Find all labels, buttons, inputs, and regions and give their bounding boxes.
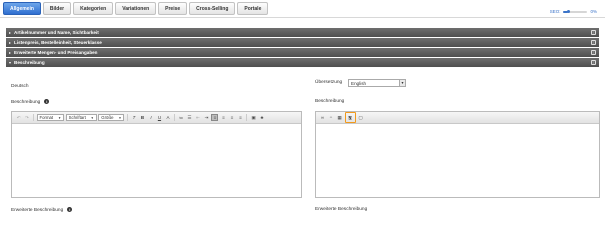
size-select-label: Größe — [101, 115, 114, 120]
section-title: Artikelnummer und Name, Sichtbarkeit — [14, 30, 99, 35]
seo-value: 0% — [590, 9, 597, 14]
seo-indicator: SEO: 0% — [550, 9, 597, 14]
highlighted-toolbar-button[interactable]: 🖫 — [344, 112, 356, 123]
tab-divider — [0, 17, 605, 18]
ordered-list-icon[interactable]: ≔ — [177, 114, 184, 121]
font-select-label: Schriftart — [68, 115, 86, 120]
section-erweiterte-mengen[interactable]: ▸ Erweiterte Mengen- und Preisangaben ≡ — [6, 48, 599, 57]
section-toggle-icon[interactable]: ≡ — [591, 50, 596, 55]
seo-progress-track — [563, 10, 588, 13]
tab-preise[interactable]: Preise — [158, 2, 188, 15]
italic-icon[interactable]: I — [147, 114, 154, 121]
bold-icon[interactable]: B — [139, 114, 146, 121]
toolbar-separator — [173, 114, 175, 121]
section-toggle-icon[interactable]: ≡ — [591, 40, 596, 45]
indent-icon[interactable]: ⇥ — [203, 114, 210, 121]
source-language-label: Deutsch — [11, 84, 29, 89]
extended-description-label-left: Erweiterte Beschreibung i — [11, 207, 73, 213]
size-select[interactable]: Größe ▼ — [98, 114, 125, 121]
translation-language-select[interactable]: English ▼ — [348, 79, 406, 87]
chevron-down-icon: ▼ — [399, 80, 405, 86]
save-icon[interactable]: 🖫 — [347, 114, 354, 121]
info-icon[interactable]: i — [44, 99, 50, 104]
align-center-icon[interactable]: ≡ — [220, 114, 227, 121]
section-listenpreis[interactable]: ▸ Listenpreis, Bestelleinheit, Steuerkla… — [6, 38, 599, 47]
section-list: ▸ Artikelnummer und Name, Sichtbarkeit ≡… — [6, 28, 599, 68]
chevron-down-icon: ▼ — [90, 115, 94, 120]
tab-bar: Allgemein Bilder Kategorien Variationen … — [3, 2, 269, 16]
toolbar-separator — [126, 114, 128, 121]
font-select[interactable]: Schriftart ▼ — [65, 114, 97, 121]
seo-progress-knob — [566, 10, 570, 13]
description-editor-de[interactable]: ↶ ↷ Format ▼ Schriftart ▼ Größe ▼ T B I U A… — [11, 111, 302, 198]
image-icon[interactable]: ▣ — [250, 114, 257, 121]
description-label-left: Beschreibung i — [11, 99, 50, 105]
highlight-icon[interactable]: ♣ — [258, 114, 265, 121]
text-color-icon[interactable]: A — [164, 114, 171, 121]
tab-allgemein[interactable]: Allgemein — [3, 2, 41, 15]
description-label-text: Beschreibung — [11, 99, 41, 105]
section-beschreibung[interactable]: ▾ Beschreibung ≡ — [6, 58, 599, 67]
section-title: Erweiterte Mengen- und Preisangaben — [14, 50, 98, 55]
section-toggle-icon[interactable]: ≡ — [591, 60, 596, 65]
toolbar-separator — [33, 114, 34, 121]
outdent-icon[interactable]: ⇤ — [194, 114, 201, 121]
tab-cross-selling[interactable]: Cross-Selling — [189, 2, 236, 15]
chevron-down-icon: ▼ — [118, 115, 122, 120]
expand-arrow-icon: ▸ — [9, 50, 12, 55]
section-toggle-icon[interactable]: ≡ — [591, 30, 596, 35]
tab-variationen[interactable]: Variationen — [115, 2, 157, 15]
unordered-list-icon[interactable]: ☰ — [186, 114, 193, 121]
info-icon[interactable]: i — [67, 207, 73, 212]
align-left-icon[interactable]: ≡ — [211, 114, 219, 121]
translation-label: Übersetzung — [315, 80, 343, 85]
source-icon[interactable]: ▢ — [357, 114, 364, 121]
translation-language-value: English — [351, 80, 367, 86]
extended-description-label-text: Erweiterte Beschreibung — [11, 207, 64, 213]
align-justify-icon[interactable]: ≡ — [237, 114, 244, 121]
tab-bilder[interactable]: Bilder — [42, 2, 72, 15]
redo-icon[interactable]: ↷ — [24, 114, 31, 121]
extended-description-label-right: Erweiterte Beschreibung — [315, 207, 368, 212]
tab-kategorien[interactable]: Kategorien — [73, 2, 114, 15]
toolbar-separator — [246, 114, 248, 121]
link-icon[interactable]: ∞ — [319, 114, 326, 121]
description-label-right: Beschreibung — [315, 99, 345, 104]
chevron-down-icon: ▼ — [58, 115, 62, 120]
align-right-icon[interactable]: ≡ — [228, 114, 235, 121]
clear-format-icon[interactable]: T — [130, 114, 137, 121]
editor-toolbar: ↶ ↷ Format ▼ Schriftart ▼ Größe ▼ T B I U A… — [12, 112, 301, 124]
section-artikelnummer[interactable]: ▸ Artikelnummer und Name, Sichtbarkeit ≡ — [6, 28, 599, 37]
tab-portale[interactable]: Portale — [237, 2, 269, 15]
section-title: Beschreibung — [14, 60, 45, 65]
format-select-label: Format — [39, 115, 54, 120]
expand-arrow-icon: ▸ — [9, 40, 12, 45]
collapse-arrow-icon: ▾ — [9, 60, 12, 65]
underline-icon[interactable]: U — [156, 114, 163, 121]
editor-toolbar: ∞ ⚭ ▦ 🖫 ▢ — [316, 112, 599, 124]
section-title: Listenpreis, Bestelleinheit, Steuerklass… — [14, 40, 102, 45]
seo-label: SEO: — [549, 9, 561, 14]
unlink-icon[interactable]: ⚭ — [328, 114, 335, 121]
undo-icon[interactable]: ↶ — [15, 114, 22, 121]
table-icon[interactable]: ▦ — [336, 114, 343, 121]
expand-arrow-icon: ▸ — [9, 30, 12, 35]
description-editor-en[interactable]: ∞ ⚭ ▦ 🖫 ▢ — [315, 111, 600, 198]
format-select[interactable]: Format ▼ — [36, 114, 65, 121]
